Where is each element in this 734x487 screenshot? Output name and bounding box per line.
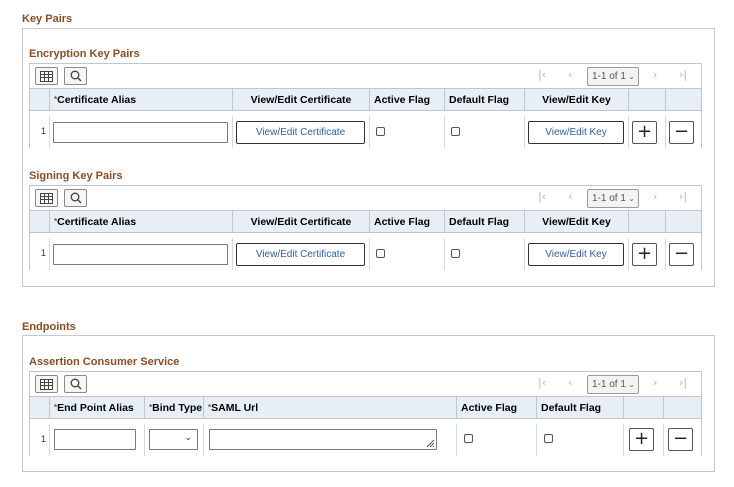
pager-select[interactable]: 1-1 of 1 ⌄ <box>587 375 639 394</box>
first-page-icon[interactable]: |‹ <box>538 376 546 389</box>
col-add <box>623 397 663 419</box>
active-flag-checkbox[interactable] <box>464 434 473 443</box>
add-row-button[interactable]: + <box>629 428 654 451</box>
assertion-consumer-service-title: Assertion Consumer Service <box>29 356 180 368</box>
table-row: 1 ⌄ + − <box>30 424 701 456</box>
saml-url-textarea[interactable] <box>209 429 437 450</box>
delete-row-button[interactable]: − <box>669 121 694 144</box>
grid-toolbar: |‹ ‹ 1-1 of 1 ⌄ › ›| <box>30 64 701 89</box>
grid-toolbar: |‹ ‹ 1-1 of 1 ⌄ › ›| <box>30 186 701 211</box>
signing-key-pairs-title: Signing Key Pairs <box>29 170 123 182</box>
certificate-alias-input[interactable] <box>53 244 228 265</box>
previous-page-icon[interactable]: ‹ <box>568 68 572 81</box>
next-page-icon[interactable]: › <box>653 190 657 203</box>
col-remove <box>665 89 703 111</box>
row-number: 1 <box>41 126 47 136</box>
bind-type-select[interactable]: ⌄ <box>149 429 198 450</box>
col-view-edit-key: View/Edit Key <box>524 89 628 111</box>
first-page-icon[interactable]: |‹ <box>538 68 546 81</box>
endpoints-title: Endpoints <box>22 321 76 333</box>
end-point-alias-input[interactable] <box>54 429 136 450</box>
view-edit-certificate-button[interactable]: View/Edit Certificate <box>236 243 365 266</box>
delete-row-button[interactable]: − <box>669 243 694 266</box>
col-add <box>628 211 665 233</box>
last-page-icon[interactable]: ›| <box>679 68 687 81</box>
col-remove <box>663 397 703 419</box>
col-bind-type: *Bind Type <box>144 397 203 419</box>
row-number: 1 <box>41 248 47 258</box>
col-view-edit-certificate: View/Edit Certificate <box>232 211 369 233</box>
default-flag-checkbox[interactable] <box>451 249 460 258</box>
col-default-flag: Default Flag <box>444 89 524 111</box>
assertion-consumer-service-grid: |‹ ‹ 1-1 of 1 ⌄ › ›| *End Point Alias *Bi… <box>29 371 702 456</box>
default-flag-checkbox[interactable] <box>544 434 553 443</box>
pager-select[interactable]: 1-1 of 1 ⌄ <box>587 189 639 208</box>
col-view-edit-certificate: View/Edit Certificate <box>232 89 369 111</box>
col-add <box>628 89 665 111</box>
table-row: 1 View/Edit Certificate View/Edit Key + … <box>30 238 701 270</box>
pager-select[interactable]: 1-1 of 1 ⌄ <box>587 67 639 86</box>
active-flag-checkbox[interactable] <box>376 127 385 136</box>
col-certificate-alias: *Certificate Alias <box>49 89 232 111</box>
next-page-icon[interactable]: › <box>653 68 657 81</box>
grid-header-row: *Certificate Alias View/Edit Certificate… <box>30 211 701 233</box>
last-page-icon[interactable]: ›| <box>679 376 687 389</box>
col-default-flag: Default Flag <box>444 211 524 233</box>
col-saml-url: *SAML Url <box>203 397 456 419</box>
first-page-icon[interactable]: |‹ <box>538 190 546 203</box>
col-certificate-alias: *Certificate Alias <box>49 211 232 233</box>
col-default-flag: Default Flag <box>536 397 623 419</box>
grid-personalize-icon[interactable] <box>35 189 58 207</box>
add-row-button[interactable]: + <box>632 243 657 266</box>
resize-grip-icon[interactable] <box>425 438 435 448</box>
search-icon[interactable] <box>64 67 87 85</box>
col-end-point-alias: *End Point Alias <box>49 397 144 419</box>
chevron-down-icon: ⌄ <box>184 433 192 443</box>
col-view-edit-key: View/Edit Key <box>524 211 628 233</box>
grid-personalize-icon[interactable] <box>35 375 58 393</box>
add-row-button[interactable]: + <box>632 121 657 144</box>
delete-row-button[interactable]: − <box>668 428 693 451</box>
grid-personalize-icon[interactable] <box>35 67 58 85</box>
col-active-flag: Active Flag <box>369 89 444 111</box>
encryption-key-pairs-grid: |‹ ‹ 1-1 of 1 ⌄ › ›| *Certificate Alias V… <box>29 63 702 148</box>
previous-page-icon[interactable]: ‹ <box>568 190 572 203</box>
col-active-flag: Active Flag <box>369 211 444 233</box>
grid-toolbar: |‹ ‹ 1-1 of 1 ⌄ › ›| <box>30 372 701 397</box>
view-edit-key-button[interactable]: View/Edit Key <box>528 121 624 144</box>
view-edit-key-button[interactable]: View/Edit Key <box>528 243 624 266</box>
active-flag-checkbox[interactable] <box>376 249 385 258</box>
col-active-flag: Active Flag <box>456 397 536 419</box>
certificate-alias-input[interactable] <box>53 122 228 143</box>
col-remove <box>665 211 703 233</box>
search-icon[interactable] <box>64 189 87 207</box>
search-icon[interactable] <box>64 375 87 393</box>
previous-page-icon[interactable]: ‹ <box>568 376 572 389</box>
encryption-key-pairs-title: Encryption Key Pairs <box>29 48 140 60</box>
grid-header-row: *End Point Alias *Bind Type *SAML Url Ac… <box>30 397 701 419</box>
row-number: 1 <box>41 434 47 444</box>
last-page-icon[interactable]: ›| <box>679 190 687 203</box>
signing-key-pairs-grid: |‹ ‹ 1-1 of 1 ⌄ › ›| *Certificate Alias V… <box>29 185 702 270</box>
table-row: 1 View/Edit Certificate View/Edit Key + … <box>30 116 701 148</box>
default-flag-checkbox[interactable] <box>451 127 460 136</box>
grid-header-row: *Certificate Alias View/Edit Certificate… <box>30 89 701 111</box>
view-edit-certificate-button[interactable]: View/Edit Certificate <box>236 121 365 144</box>
next-page-icon[interactable]: › <box>653 376 657 389</box>
key-pairs-title: Key Pairs <box>22 13 73 25</box>
